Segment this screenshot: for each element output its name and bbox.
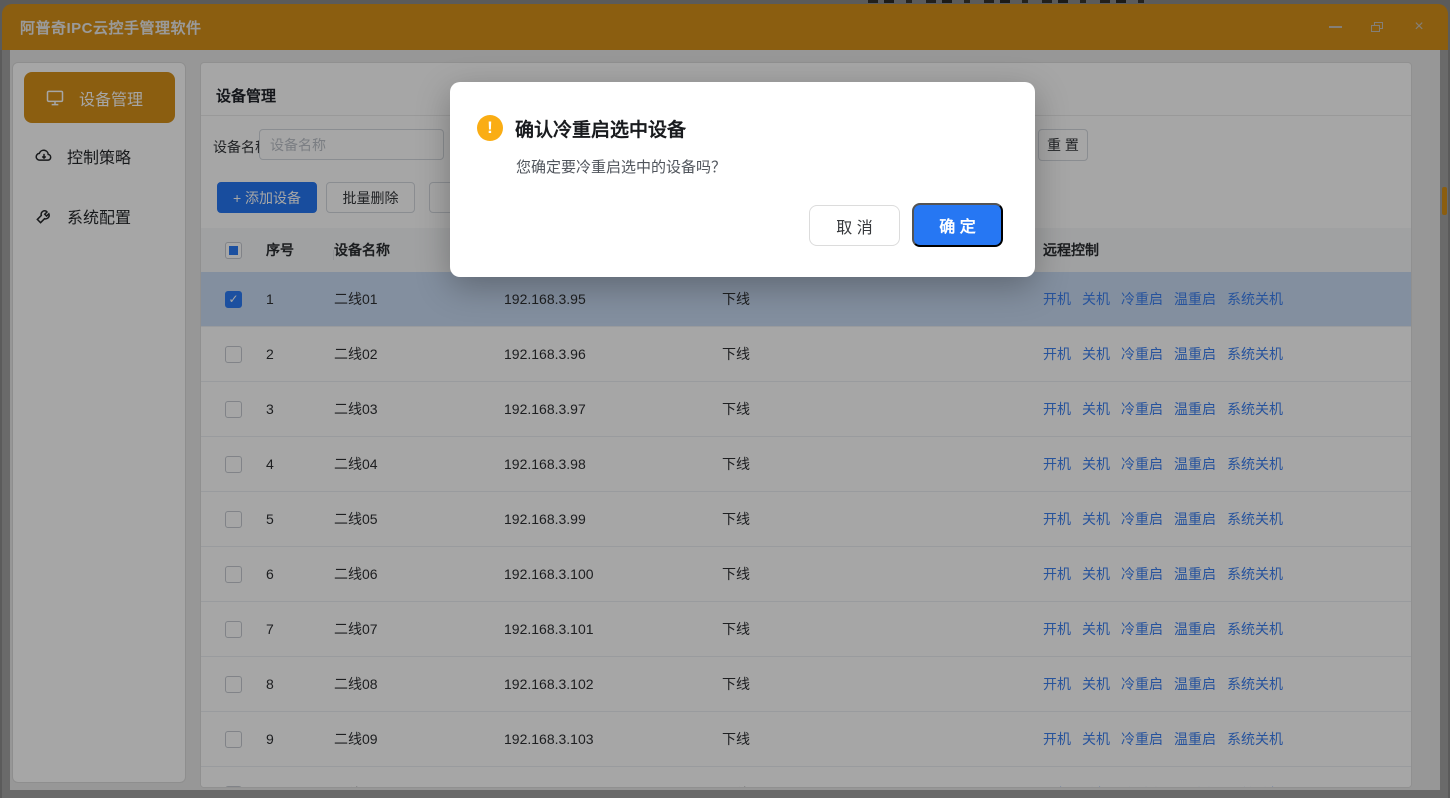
dialog-message: 您确定要冷重启选中的设备吗？ — [516, 156, 726, 177]
warning-icon: ! — [477, 115, 503, 141]
confirm-dialog: ! 确认冷重启选中设备 您确定要冷重启选中的设备吗？ 取 消 确 定 — [450, 82, 1035, 277]
cancel-button[interactable]: 取 消 — [809, 205, 900, 246]
dialog-title: 确认冷重启选中设备 — [515, 115, 686, 142]
confirm-button[interactable]: 确 定 — [912, 203, 1003, 247]
